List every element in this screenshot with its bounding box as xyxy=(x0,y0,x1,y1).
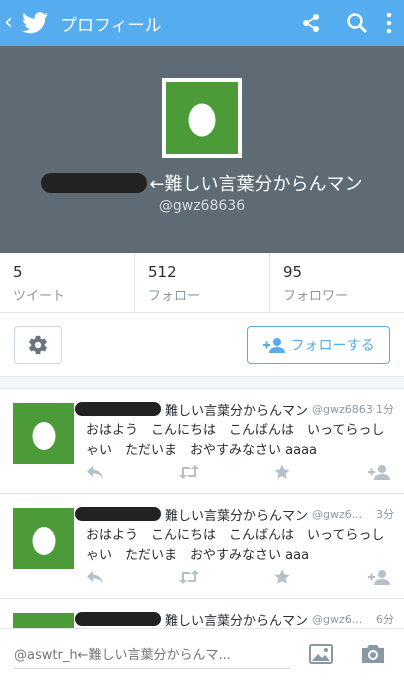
tweet-time: 6分 xyxy=(374,611,394,627)
redacted-name xyxy=(75,612,161,626)
stat-label: フォロワー xyxy=(283,289,349,304)
more-vertical-icon[interactable] xyxy=(386,12,392,34)
favorite-icon[interactable] xyxy=(274,463,290,481)
tweet-header: 難しい言葉分からんマン @gwz6... xyxy=(75,504,394,524)
profile-header: ←難しい言葉分からんマン @gwz68636 xyxy=(0,46,404,253)
egg-avatar xyxy=(166,82,238,154)
follow-user-icon[interactable] xyxy=(368,568,390,586)
redacted-name xyxy=(41,173,148,193)
profile-stats: 5 ツイート 512 フォロー 95 フォロワー xyxy=(0,253,404,313)
tweet-author-handle: @gwz6... xyxy=(312,612,363,626)
tweet-author-handle: @gwz68636 xyxy=(312,402,380,416)
redacted-name xyxy=(75,507,161,521)
stat-count: 95 xyxy=(283,263,303,281)
retweet-icon[interactable] xyxy=(178,568,200,586)
profile-avatar[interactable] xyxy=(162,78,242,158)
compose-bar xyxy=(0,628,404,680)
tweet-author-name: 難しい言葉分からんマン xyxy=(165,508,309,524)
stat-count: 5 xyxy=(13,263,23,281)
search-icon[interactable] xyxy=(346,12,368,34)
tweet-avatar[interactable] xyxy=(13,508,74,569)
tweet-avatar[interactable] xyxy=(13,403,74,464)
tweet-header: 難しい言葉分からんマン @gwz6... xyxy=(75,609,394,629)
follow-label: フォローする xyxy=(290,338,375,354)
tweet-text: おはよう こんにちは こんばんは いってらっしゃい ただいま おやすみなさい a… xyxy=(86,528,385,563)
follow-button[interactable]: フォローする xyxy=(247,326,390,364)
page-title: プロフィール xyxy=(60,15,162,36)
egg-icon xyxy=(188,103,216,137)
egg-icon xyxy=(32,421,55,450)
chevron-left-icon[interactable]: ‹ xyxy=(4,12,20,34)
tweet-author-handle: @gwz6... xyxy=(312,507,363,521)
tweet-actions xyxy=(86,568,391,586)
tweet-author-name: 難しい言葉分からんマン xyxy=(165,613,309,629)
reply-icon[interactable] xyxy=(86,568,104,586)
camera-icon[interactable] xyxy=(360,643,386,665)
tweet-author-name: 難しい言葉分からんマン xyxy=(165,403,309,419)
tweet-actions xyxy=(86,463,391,481)
add-user-icon xyxy=(262,338,285,353)
stat-followers[interactable]: 95 フォロワー xyxy=(270,253,404,312)
tweet-time: 3分 xyxy=(374,506,394,522)
tweet-item[interactable]: 難しい言葉分からんマン @gwz6... 3分 おはよう こんにちは こんばんは… xyxy=(0,493,404,598)
stat-label: ツイート xyxy=(13,289,66,304)
profile-handle: @gwz68636 xyxy=(158,198,246,214)
profile-display-name: ←難しい言葉分からんマン xyxy=(149,174,363,195)
settings-button[interactable] xyxy=(14,326,62,364)
tweet-header: 難しい言葉分からんマン @gwz68636 xyxy=(75,399,394,419)
redacted-name xyxy=(75,402,161,416)
profile-name-row: ←難しい言葉分からんマン xyxy=(0,170,404,196)
retweet-icon[interactable] xyxy=(178,463,200,481)
egg-icon xyxy=(32,526,55,555)
compose-input[interactable] xyxy=(14,643,290,669)
stat-count: 512 xyxy=(148,263,177,281)
profile-actions: フォローする xyxy=(0,313,404,377)
twitter-bird-icon xyxy=(22,12,48,34)
follow-user-icon[interactable] xyxy=(368,463,390,481)
gear-icon xyxy=(29,335,47,355)
reply-icon[interactable] xyxy=(86,463,104,481)
stat-following[interactable]: 512 フォロー xyxy=(135,253,270,312)
tweet-text: おはよう こんにちは こんばんは いってらっしゃい ただいま おやすみなさい a… xyxy=(86,423,385,458)
app-bar: ‹ プロフィール xyxy=(0,0,404,46)
image-icon[interactable] xyxy=(308,643,334,665)
tweet-time: 1分 xyxy=(374,401,394,417)
stat-label: フォロー xyxy=(148,289,201,304)
tweet-item[interactable]: 難しい言葉分からんマン @gwz68636 1分 おはよう こんにちは こんばん… xyxy=(0,388,404,493)
favorite-icon[interactable] xyxy=(274,568,290,586)
share-icon[interactable] xyxy=(300,12,322,34)
stat-tweets[interactable]: 5 ツイート xyxy=(0,253,135,312)
